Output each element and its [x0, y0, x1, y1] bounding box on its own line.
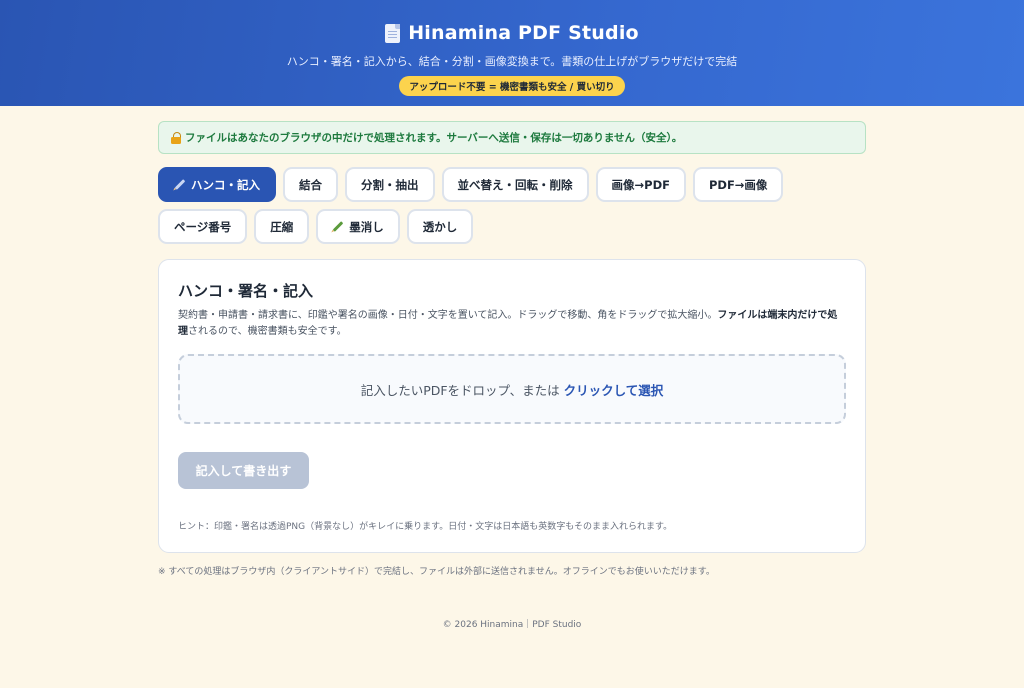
dropzone-select-link[interactable]: クリックして選択: [564, 380, 664, 399]
tab-label: 画像→PDF: [611, 177, 670, 192]
tool-panel: ハンコ・署名・記入 契約書・申請書・請求書に、印鑑や署名の画像・日付・文字を置い…: [158, 259, 866, 553]
document-icon: [385, 23, 401, 43]
main-content: ファイルはあなたのブラウザの中だけで処理されます。サーバーへ送信・保存は一切あり…: [158, 121, 866, 630]
app-title-row: Hinamina PDF Studio: [0, 20, 1024, 46]
tab-label: ハンコ・記入: [191, 177, 260, 192]
tagline-badge: アップロード不要 = 機密書類も安全 / 買い切り: [399, 76, 625, 96]
panel-description-text: 契約書・申請書・請求書に、印鑑や署名の画像・日付・文字を置いて記入。ドラッグで移…: [178, 310, 718, 321]
tab-page-numbers[interactable]: ページ番号: [158, 209, 248, 244]
marker-icon: [332, 221, 344, 232]
app-header: Hinamina PDF Studio ハンコ・署名・記入から、結合・分割・画像…: [0, 0, 1024, 106]
tab-watermark[interactable]: 透かし: [406, 209, 474, 244]
app-subtitle: ハンコ・署名・記入から、結合・分割・画像変換まで。書類の仕上げがブラウザだけで完…: [286, 55, 738, 68]
panel-description-text-2: されるので、機密書類も安全です。: [188, 326, 347, 337]
panel-hint: ヒント：印鑑・署名は透過PNG（背景なし）がキレイに乗ります。日付・文字は日本語…: [178, 522, 673, 532]
tab-stamp-fill[interactable]: ハンコ・記入: [158, 167, 276, 202]
dropzone-text: 記入したいPDFをドロップ、または: [360, 382, 560, 398]
tab-redact[interactable]: 墨消し: [316, 209, 400, 244]
panel-title: ハンコ・署名・記入: [178, 282, 314, 300]
footnote: ※ すべての処理はブラウザ内（クライアントサイド）で完結し、ファイルは外部に送信…: [158, 567, 715, 577]
tab-split-extract[interactable]: 分割・抽出: [345, 167, 435, 202]
tool-tabs: ハンコ・記入 結合 分割・抽出 並べ替え・回転・削除 画像→PDF PDF→画像…: [158, 167, 866, 244]
tab-pdf-to-image[interactable]: PDF→画像: [692, 167, 784, 202]
tab-compress[interactable]: 圧縮: [254, 209, 310, 244]
tab-label: 分割・抽出: [361, 177, 419, 192]
copyright: © 2026 Hinamina｜PDF Studio: [442, 620, 582, 630]
pdf-dropzone[interactable]: 記入したいPDFをドロップ、または クリックして選択: [178, 354, 846, 424]
tab-label: 結合: [299, 177, 322, 192]
tab-label: 圧縮: [270, 219, 294, 234]
export-button[interactable]: 記入して書き出す: [178, 452, 309, 489]
tab-label: 並べ替え・回転・削除: [457, 177, 573, 192]
pen-icon: [174, 179, 186, 190]
app-title: Hinamina PDF Studio: [408, 22, 639, 44]
tab-label: PDF→画像: [708, 177, 768, 192]
tab-image-to-pdf[interactable]: 画像→PDF: [595, 167, 686, 202]
lock-icon: [171, 131, 181, 144]
privacy-notice: ファイルはあなたのブラウザの中だけで処理されます。サーバーへ送信・保存は一切あり…: [158, 121, 866, 154]
tab-label: 透かし: [422, 219, 458, 234]
tab-label: 墨消し: [349, 219, 384, 234]
tab-label: ページ番号: [174, 219, 232, 234]
privacy-notice-text: ファイルはあなたのブラウザの中だけで処理されます。サーバーへ送信・保存は一切あり…: [185, 132, 683, 144]
panel-description: 契約書・申請書・請求書に、印鑑や署名の画像・日付・文字を置いて記入。ドラッグで移…: [178, 308, 846, 340]
tab-reorder-rotate-delete[interactable]: 並べ替え・回転・削除: [441, 167, 589, 202]
tab-merge[interactable]: 結合: [283, 167, 338, 202]
